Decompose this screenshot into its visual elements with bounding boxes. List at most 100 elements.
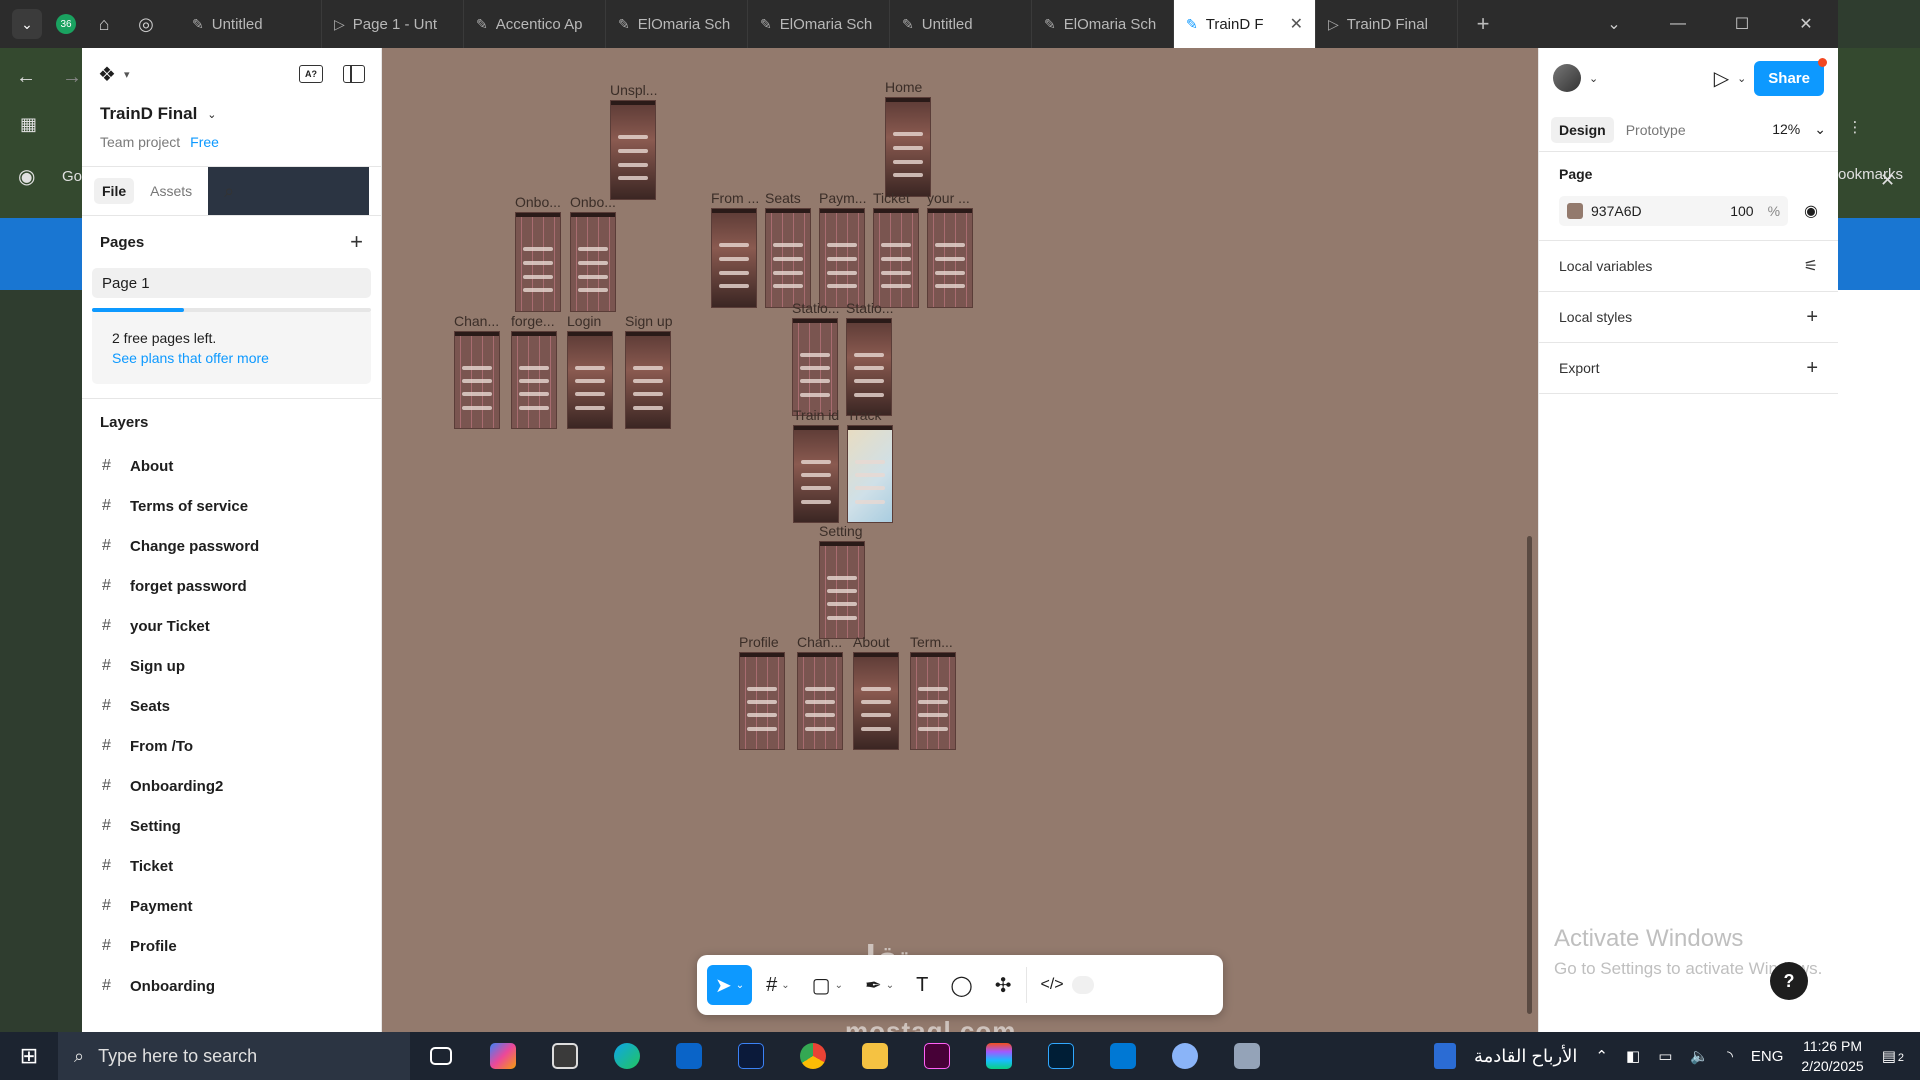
app-icon[interactable] [1216,1032,1278,1080]
figma-icon[interactable] [968,1032,1030,1080]
tab-assets[interactable]: Assets [142,178,200,204]
frame-label[interactable]: Profile [739,634,779,650]
file-explorer-icon[interactable] [844,1032,906,1080]
plan-badge[interactable]: Free [190,134,219,150]
frame-label[interactable]: From ... [711,190,759,206]
close-window-button[interactable]: ✕ [1774,0,1838,48]
screen-frame[interactable] [454,331,500,429]
color-opacity[interactable]: 100 [1730,203,1753,219]
adobe-xd-icon[interactable] [906,1032,968,1080]
layer-item[interactable]: # Setting [82,806,381,846]
page-item[interactable]: Page 1 [92,268,371,298]
frame-label[interactable]: About [853,634,890,650]
layer-item[interactable]: # From /To [82,726,381,766]
screen-frame[interactable] [846,318,892,416]
layer-item[interactable]: # Seats [82,686,381,726]
layer-item[interactable]: # Payment [82,886,381,926]
frame-label[interactable]: Sign up [625,313,672,329]
help-button[interactable]: ? [1770,962,1808,1000]
volume-icon[interactable]: 🔈 [1690,1047,1709,1065]
frame-label[interactable]: Track [847,407,881,423]
present-play-icon[interactable]: ▷ [1714,66,1729,91]
layer-item[interactable]: # Sign up [82,646,381,686]
actions-tool[interactable]: ✣ [987,965,1020,1005]
add-page-icon[interactable]: + [350,229,363,255]
screen-frame[interactable] [739,652,785,750]
chevron-down-icon[interactable]: ⌄ [1737,72,1746,85]
browser-tab[interactable]: ▷ TrainD Final [1316,0,1458,48]
layer-item[interactable]: # Onboarding2 [82,766,381,806]
project-name[interactable]: TrainD Final ⌄ [100,104,363,124]
browser-tab[interactable]: ✎ ElOmaria Sch [606,0,748,48]
frame-label[interactable]: Onbo... [515,194,561,210]
screen-frame[interactable] [793,425,839,523]
chevron-down-icon[interactable]: ▾ [124,68,130,81]
windows-start-icon[interactable]: ⊞ [0,1043,58,1069]
screen-frame[interactable] [847,425,893,523]
store-icon[interactable] [534,1032,596,1080]
taskbar-search[interactable]: ⌕ Type here to search [58,1032,410,1080]
chevron-down-icon[interactable]: ⌄ [1582,0,1646,48]
tab-file[interactable]: File [94,178,135,204]
screen-frame[interactable] [853,652,899,750]
screen-frame[interactable] [567,331,613,429]
frame-label[interactable]: Unspl... [610,82,657,98]
ai-actions-icon[interactable]: A? [299,65,323,83]
wifi-icon[interactable]: ◝ [1727,1047,1733,1065]
move-tool[interactable]: ➤ ⌄ [707,965,753,1005]
figma-menu-icon[interactable]: ❖ [98,62,116,87]
see-plans-link[interactable]: See plans that offer more [112,348,351,368]
more-vert-icon[interactable]: ⋮ [1842,118,1868,136]
battery-icon[interactable]: ▭ [1658,1047,1672,1065]
sidebar-toggle-icon[interactable] [343,65,365,83]
browser-tab[interactable]: ✎ ElOmaria Sch [748,0,890,48]
frame-tool[interactable]: # ⌄ [758,965,798,1005]
browser-tab[interactable]: ✎ Untitled [180,0,322,48]
page-color-input[interactable]: 937A6D 100 % [1559,196,1789,226]
screen-frame[interactable] [797,652,843,750]
frame-label[interactable]: Term... [910,634,953,650]
chevron-down-icon[interactable]: ⌄ [835,980,843,991]
chevron-down-icon[interactable]: ⌄ [1589,72,1598,85]
frame-label[interactable]: Statio... [792,300,839,316]
frame-label[interactable]: Ticket [873,190,910,206]
screen-frame[interactable] [792,318,838,416]
local-variables-row[interactable]: Local variables ⚟ [1539,241,1838,292]
vscode-icon[interactable] [1092,1032,1154,1080]
frame-label[interactable]: Chan... [797,634,842,650]
local-styles-row[interactable]: Local styles + [1539,292,1838,343]
frame-label[interactable]: Chan... [454,313,499,329]
screen-frame[interactable] [515,212,561,312]
browser-tab[interactable]: ✎ ElOmaria Sch [1032,0,1174,48]
forward-arrow-icon[interactable]: → [62,66,82,89]
new-tab-button[interactable]: + [1458,0,1508,48]
frame-label[interactable]: your ... [927,190,970,206]
document-icon[interactable] [1433,1043,1456,1069]
browser-tab[interactable]: ▷ Page 1 - Unt [322,0,464,48]
frame-label[interactable]: Statio... [846,300,893,316]
task-view-icon[interactable] [410,1032,472,1080]
clock[interactable]: 11:26 PM 2/20/2025 [1801,1036,1863,1076]
frame-label[interactable]: forge... [511,313,555,329]
layer-item[interactable]: # forget password [82,566,381,606]
screen-frame[interactable] [625,331,671,429]
layer-item[interactable]: # About [82,446,381,486]
screen-frame[interactable] [819,208,865,308]
design-canvas[interactable]: Unspl... Home Onbo... Onbo... From ... Seats P… [382,48,1538,1032]
add-icon[interactable]: + [1806,306,1818,329]
layer-item[interactable]: # Onboarding [82,966,381,1006]
close-icon[interactable]: ✕ [1880,170,1895,191]
chrome-icon[interactable]: ◉ [18,164,35,189]
frame-label[interactable]: Paym... [819,190,866,206]
wondershare-icon[interactable] [720,1032,782,1080]
screen-frame[interactable] [511,331,557,429]
screen-frame[interactable] [819,541,865,639]
screen-frame[interactable] [885,97,931,197]
notification-count-badge[interactable]: 36 [56,14,76,34]
photoshop-icon[interactable] [1030,1032,1092,1080]
tab-design[interactable]: Design [1551,116,1614,143]
outlook-icon[interactable] [658,1032,720,1080]
screen-frame[interactable] [910,652,956,750]
layer-item[interactable]: # Profile [82,926,381,966]
network-icon[interactable]: ◧ [1626,1047,1640,1065]
